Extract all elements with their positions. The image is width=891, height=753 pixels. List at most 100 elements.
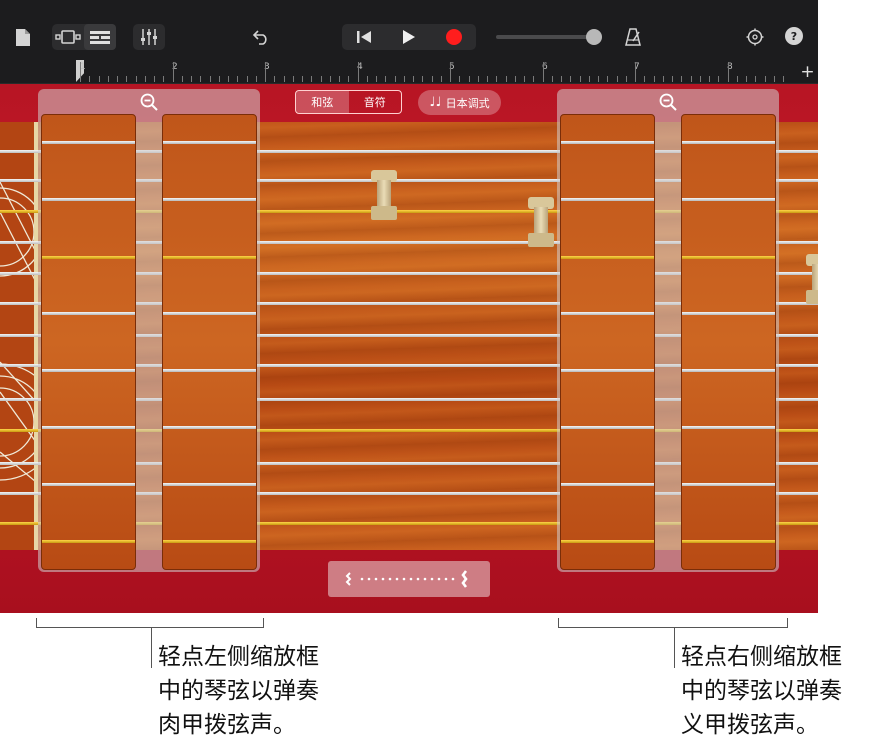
zoom-string[interactable] — [561, 141, 654, 144]
tab-chords[interactable]: 和弦 — [296, 91, 349, 113]
undo-icon[interactable] — [249, 26, 273, 48]
ruler-tick — [117, 76, 118, 82]
ruler-tick — [126, 76, 128, 82]
ruler-tick — [237, 76, 239, 82]
rewind-icon[interactable] — [342, 24, 386, 50]
zoom-string[interactable] — [163, 141, 256, 144]
ruler-tick — [191, 76, 192, 82]
zoom-out-icon[interactable] — [140, 93, 158, 111]
zoom-string[interactable] — [163, 426, 256, 429]
ruler-tick — [570, 76, 572, 82]
ruler-tick — [98, 76, 100, 82]
metronome-icon[interactable] — [621, 26, 645, 48]
scale-button-label: 日本调式 — [445, 96, 490, 110]
right-callout-leader — [674, 628, 675, 668]
zoom-lane[interactable] — [41, 114, 136, 570]
zoom-string[interactable] — [561, 312, 654, 315]
zoom-string[interactable] — [42, 426, 135, 429]
record-icon[interactable] — [432, 24, 476, 50]
ruler-tick — [255, 76, 257, 82]
ruler-tick — [339, 76, 340, 82]
zoom-string[interactable] — [42, 198, 135, 201]
ruler-tick — [773, 76, 775, 82]
tab-notes[interactable]: 音符 — [349, 91, 402, 113]
ruler-tick — [542, 62, 544, 82]
left-zoom-box[interactable] — [38, 89, 260, 572]
ruler-tick — [551, 76, 553, 82]
zoom-string[interactable] — [163, 540, 256, 543]
ruler-tick — [394, 76, 396, 82]
ruler-tick — [413, 76, 414, 82]
left-callout-bracket — [36, 618, 264, 628]
zoom-string[interactable] — [163, 483, 256, 486]
zoom-lane[interactable] — [162, 114, 257, 570]
zoom-string[interactable] — [163, 312, 256, 315]
zoom-string[interactable] — [42, 483, 135, 486]
add-section-button[interactable]: + — [797, 60, 818, 84]
zoom-string[interactable] — [682, 198, 775, 201]
ruler-tick — [644, 76, 646, 82]
document-icon[interactable] — [12, 26, 34, 48]
zoom-string[interactable] — [42, 369, 135, 372]
ruler-tick — [329, 76, 331, 82]
ruler-tick — [376, 76, 377, 82]
ruler-tick — [699, 76, 701, 82]
zoom-string[interactable] — [163, 198, 256, 201]
zoom-lane[interactable] — [681, 114, 776, 570]
zoom-string[interactable] — [682, 141, 775, 144]
ruler-tick — [459, 76, 461, 82]
zoom-string[interactable] — [682, 426, 775, 429]
zoom-lane[interactable] — [560, 114, 655, 570]
mixer-icon[interactable] — [133, 24, 165, 50]
zoom-string[interactable] — [42, 256, 135, 259]
zoom-out-icon[interactable] — [659, 93, 677, 111]
zoom-string[interactable] — [682, 369, 775, 372]
view-toggle — [52, 24, 116, 50]
ruler-tick — [209, 76, 211, 82]
play-icon[interactable] — [386, 24, 432, 50]
ruler-tick — [228, 76, 229, 82]
control-bar: ? — [0, 0, 818, 60]
zoom-string[interactable] — [682, 540, 775, 543]
ruler-tick — [218, 76, 220, 82]
zoom-string[interactable] — [682, 256, 775, 259]
zoom-string[interactable] — [42, 540, 135, 543]
ruler-tick — [440, 76, 442, 82]
ruler-tick — [505, 76, 507, 82]
zoom-string[interactable] — [561, 540, 654, 543]
ruler-tick — [477, 76, 479, 82]
zoom-string[interactable] — [163, 256, 256, 259]
string-bridge — [528, 197, 554, 247]
ruler-tick — [366, 76, 368, 82]
ruler-tick — [496, 76, 498, 82]
volume-slider[interactable] — [496, 29, 602, 45]
timeline-ruler[interactable]: 1 2 3 4 5 6 7 8 + — [0, 60, 818, 84]
ruler-tick — [302, 76, 303, 82]
zoom-string[interactable] — [163, 369, 256, 372]
zoom-string[interactable] — [682, 483, 775, 486]
zoom-string[interactable] — [561, 198, 654, 201]
zoom-string[interactable] — [561, 483, 654, 486]
transport-controls — [342, 24, 476, 50]
left-callout-text: 轻点左侧缩放框 中的琴弦以弹奏 肉甲拨弦声。 — [158, 644, 319, 738]
scale-button[interactable]: ♩♩ 日本调式 — [418, 90, 501, 115]
glissando-strip[interactable] — [328, 561, 490, 597]
ruler-tick — [625, 76, 627, 82]
zoom-string[interactable] — [561, 426, 654, 429]
ruler-tick — [672, 76, 673, 82]
help-icon[interactable]: ? — [785, 27, 803, 45]
tracks-view-icon[interactable] — [84, 24, 116, 50]
browser-view-icon[interactable] — [52, 24, 84, 50]
zoom-string[interactable] — [561, 256, 654, 259]
zoom-string[interactable] — [561, 369, 654, 372]
right-zoom-box[interactable] — [557, 89, 779, 572]
settings-icon[interactable] — [743, 26, 767, 48]
zoom-string[interactable] — [42, 141, 135, 144]
ruler-tick — [709, 76, 710, 82]
volume-slider-thumb[interactable] — [586, 29, 602, 45]
zoom-string[interactable] — [42, 312, 135, 315]
right-callout-bracket — [558, 618, 788, 628]
zoom-string[interactable] — [682, 312, 775, 315]
ruler-tick — [736, 76, 738, 82]
ruler-tick — [292, 76, 294, 82]
